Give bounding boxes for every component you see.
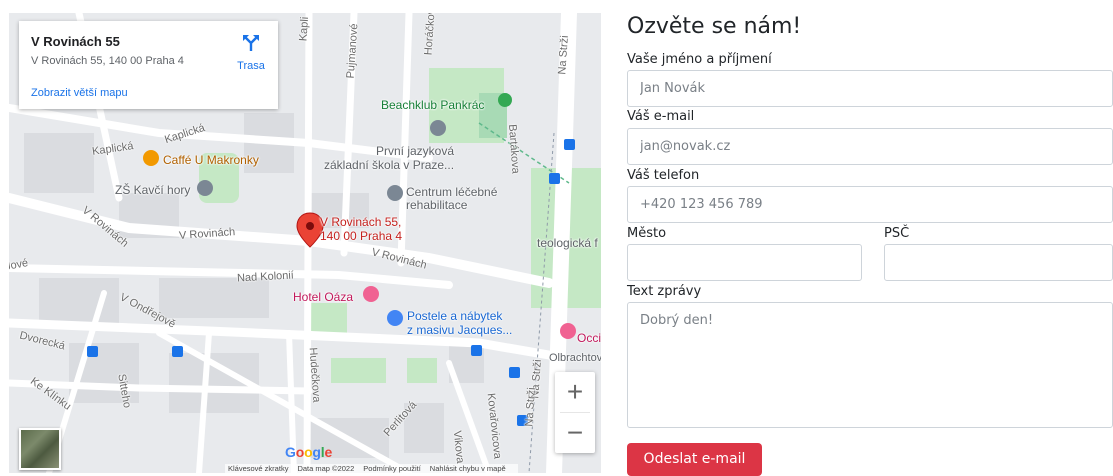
email-label: Váš e-mail <box>627 109 695 124</box>
transit-stop-icon <box>172 346 183 357</box>
form-title: Ozvěte se nám! <box>627 14 802 39</box>
marker-label: 140 00 Praha 4 <box>320 229 403 243</box>
google-logo-letter: g <box>312 444 321 460</box>
school-pin-icon <box>430 120 446 136</box>
email-input[interactable] <box>627 128 1113 165</box>
poi-label: základní škola v Praze... <box>324 158 455 172</box>
poi-label: Olbrachtov <box>549 352 601 364</box>
poi-label: rehabilitace <box>406 198 468 212</box>
terms-link[interactable]: Podmínky použití <box>363 464 421 473</box>
poi-label: Hotel Oáza <box>293 290 354 304</box>
map-attribution: Klávesové zkratky Data map ©2022 Podmínky … <box>225 464 518 473</box>
transit-stop-icon <box>564 139 575 150</box>
street-label: Kapli <box>297 16 312 42</box>
google-logo: Google <box>285 444 332 460</box>
name-label: Vaše jméno a příjmení <box>627 52 772 67</box>
poi-label: ZŠ Kavčí hory <box>115 183 191 197</box>
poi-label: Occi <box>577 331 601 345</box>
larger-map-link[interactable]: Zobrazit větší mapu <box>31 87 128 99</box>
directions-button[interactable]: Trasa <box>231 33 271 72</box>
school-pin-icon <box>197 180 213 196</box>
poi-label: První jazyková <box>376 144 455 158</box>
poi-label: Centrum léčebné <box>406 185 498 199</box>
zoom-out-button[interactable]: − <box>555 413 595 453</box>
poi-label: Postele a nábytek <box>407 309 503 323</box>
park-pin-icon <box>498 93 512 107</box>
map-data-text: Data map ©2022 <box>297 464 355 473</box>
medical-pin-icon <box>387 185 403 201</box>
directions-icon <box>243 35 259 51</box>
zip-input[interactable] <box>884 244 1113 281</box>
restaurant-pin-icon <box>560 323 576 339</box>
message-label: Text zprávy <box>627 284 702 299</box>
zoom-control: + − <box>555 372 595 453</box>
send-email-button[interactable]: Odeslat e-mail <box>627 443 762 476</box>
marker-label: V Rovinách 55, <box>320 215 402 229</box>
report-error-link[interactable]: Nahlásit chybu v mapě <box>430 464 506 473</box>
directions-label: Trasa <box>237 60 265 72</box>
zip-label: PSČ <box>884 226 910 241</box>
transit-stop-icon <box>471 345 482 356</box>
name-input[interactable] <box>627 70 1113 107</box>
zoom-in-button[interactable]: + <box>555 372 595 412</box>
transit-stop-icon <box>549 173 560 184</box>
map-embed[interactable]: Kaplická Kaplická V Rovinách V Rovinách … <box>9 13 601 473</box>
poi-label: Beachklub Pankrác <box>381 98 485 112</box>
google-logo-letter: e <box>324 444 333 460</box>
place-address: V Rovinách 55, 140 00 Praha 4 <box>31 55 184 67</box>
transit-stop-icon <box>87 346 98 357</box>
google-logo-letter: o <box>295 444 305 460</box>
keyboard-shortcuts-link[interactable]: Klávesové zkratky <box>228 464 288 473</box>
satellite-toggle[interactable] <box>19 428 61 470</box>
phone-input[interactable] <box>627 186 1113 223</box>
shop-pin-icon <box>387 310 403 326</box>
contact-form: Ozvěte se nám! Vaše jméno a příjmení Váš… <box>627 0 1113 476</box>
poi-label: teologická f <box>537 236 598 250</box>
transit-stop-icon <box>509 367 520 378</box>
park-area <box>331 358 386 383</box>
city-label: Město <box>627 226 667 241</box>
city-input[interactable] <box>627 244 862 281</box>
park-area <box>307 303 347 333</box>
park-area <box>407 358 437 383</box>
place-title: V Rovinách 55 <box>31 34 120 49</box>
cafe-pin-icon <box>143 150 159 166</box>
poi-label: z masivu Jacques... <box>407 323 513 337</box>
place-info-card: V Rovinách 55 V Rovinách 55, 140 00 Prah… <box>19 21 278 109</box>
message-textarea[interactable] <box>627 302 1113 428</box>
phone-label: Váš telefon <box>627 168 700 183</box>
hotel-pin-icon <box>363 286 379 302</box>
poi-label: Caffé U Makronky <box>163 153 259 167</box>
google-logo-letter: G <box>285 444 296 460</box>
